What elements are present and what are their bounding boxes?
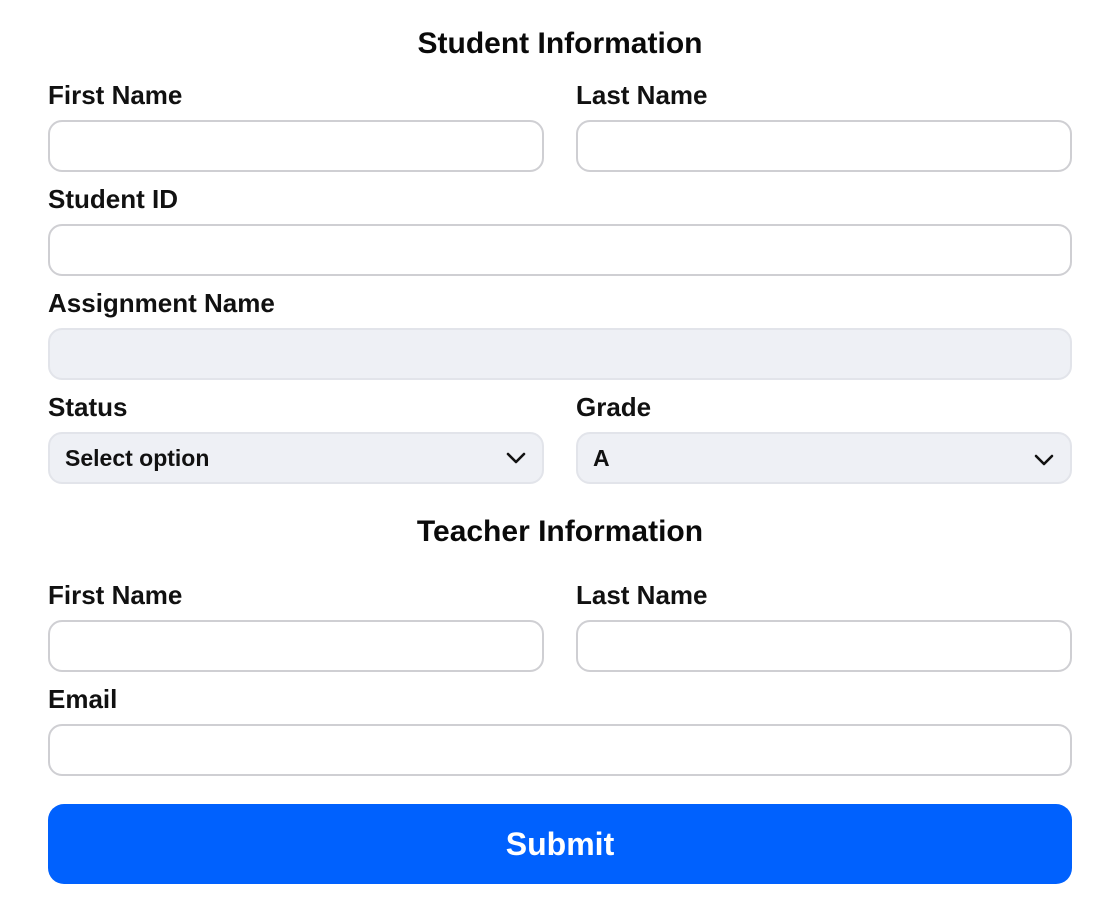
teacher-section-title: Teacher Information [416, 515, 704, 548]
student-first-name-input[interactable] [48, 120, 544, 172]
teacher-first-name-input[interactable] [48, 620, 544, 672]
student-id-input[interactable] [48, 224, 1072, 276]
teacher-email-label: Email [48, 684, 118, 714]
student-last-name-label: Last Name [576, 80, 708, 110]
status-label: Status [48, 392, 128, 422]
chevron-down-icon [1034, 454, 1054, 466]
submit-button[interactable]: Submit [48, 804, 1072, 884]
student-section-title: Student Information [417, 27, 703, 60]
status-select-value: Select option [65, 445, 210, 471]
student-last-name-input[interactable] [576, 120, 1072, 172]
assignment-name-input [48, 328, 1072, 380]
teacher-email-input[interactable] [48, 724, 1072, 776]
grade-label: Grade [576, 392, 652, 422]
student-first-name-label: First Name [48, 80, 183, 110]
status-select[interactable]: Select option [48, 432, 544, 484]
student-id-label: Student ID [48, 184, 178, 214]
grade-select-value: A [593, 445, 610, 471]
teacher-first-name-label: First Name [48, 580, 183, 610]
chevron-down-icon [506, 452, 526, 464]
grade-select[interactable]: A [576, 432, 1072, 484]
teacher-last-name-input[interactable] [576, 620, 1072, 672]
assignment-name-label: Assignment Name [48, 288, 275, 318]
teacher-last-name-label: Last Name [576, 580, 708, 610]
